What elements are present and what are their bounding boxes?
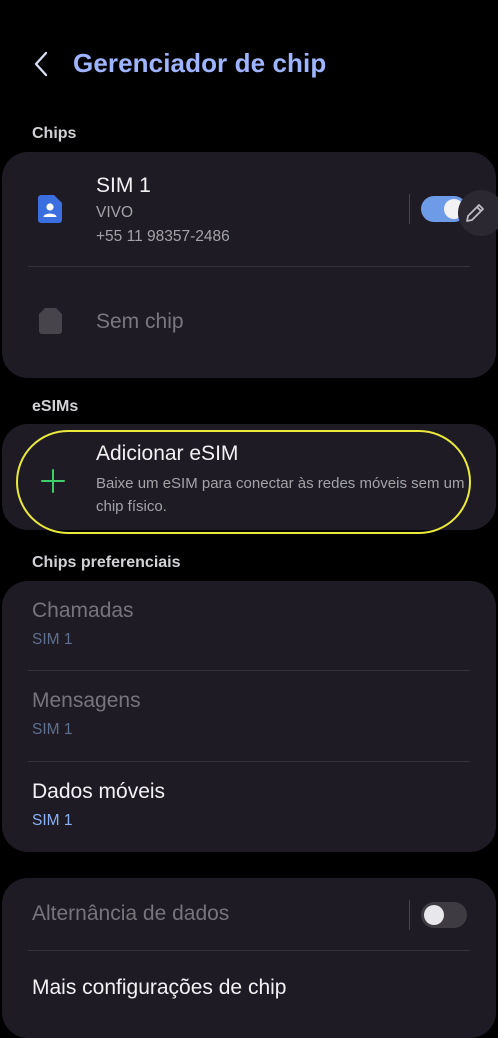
data-switch-label: Alternância de dados bbox=[32, 902, 230, 925]
data-switch-vertical-divider bbox=[409, 900, 410, 930]
no-sim-item: Sem chip bbox=[2, 268, 496, 378]
sim-card-icon bbox=[38, 195, 62, 223]
chevron-left-icon bbox=[34, 51, 48, 77]
section-label-chips: Chips bbox=[32, 125, 77, 142]
sim1-vertical-divider bbox=[409, 194, 410, 224]
section-label-preferred: Chips preferenciais bbox=[32, 554, 181, 571]
calls-value: SIM 1 bbox=[32, 631, 73, 648]
back-button[interactable] bbox=[26, 46, 56, 82]
chips-card: SIM 1 VIVO +55 11 98357-2486 Sem chip bbox=[2, 152, 496, 378]
messages-title: Mensagens bbox=[32, 689, 141, 712]
divider bbox=[28, 950, 470, 951]
toggle-knob bbox=[424, 905, 444, 925]
more-settings-card: Alternância de dados Mais configurações … bbox=[2, 878, 496, 1038]
add-esim-description: Baixe um eSIM para conectar às redes móv… bbox=[96, 475, 465, 515]
sim1-number: +55 11 98357-2486 bbox=[96, 228, 230, 245]
add-esim-title: Adicionar eSIM bbox=[96, 442, 239, 465]
mobile-data-title: Dados móveis bbox=[32, 780, 166, 803]
calls-title: Chamadas bbox=[32, 599, 134, 622]
esim-card: Adicionar eSIM Baixe um eSIM para conect… bbox=[2, 424, 496, 530]
messages-value: SIM 1 bbox=[32, 721, 73, 738]
edit-button[interactable] bbox=[458, 190, 498, 236]
more-chip-settings-label: Mais configurações de chip bbox=[32, 976, 287, 999]
preferred-messages-item[interactable]: Mensagens SIM 1 bbox=[2, 671, 496, 759]
preferred-card: Chamadas SIM 1 Mensagens SIM 1 Dados móv… bbox=[2, 581, 496, 852]
section-label-esims: eSIMs bbox=[32, 398, 79, 415]
add-esim-item[interactable]: Adicionar eSIM Baixe um eSIM para conect… bbox=[2, 424, 496, 528]
sim-card-empty-icon bbox=[39, 308, 62, 334]
app-bar: Gerenciador de chip bbox=[0, 36, 498, 92]
data-switch-item[interactable]: Alternância de dados bbox=[2, 878, 496, 950]
page-title: Gerenciador de chip bbox=[73, 48, 327, 78]
divider bbox=[28, 266, 470, 267]
preferred-calls-item[interactable]: Chamadas SIM 1 bbox=[2, 581, 496, 669]
sim1-item[interactable]: SIM 1 VIVO +55 11 98357-2486 bbox=[2, 152, 496, 266]
preferred-mobile-data-item[interactable]: Dados móveis SIM 1 bbox=[2, 762, 496, 850]
data-switch-toggle[interactable] bbox=[421, 902, 467, 928]
mobile-data-value: SIM 1 bbox=[32, 812, 73, 829]
no-sim-label: Sem chip bbox=[96, 310, 184, 333]
sim1-name: SIM 1 bbox=[96, 174, 151, 197]
more-chip-settings-item[interactable]: Mais configurações de chip bbox=[2, 952, 496, 1024]
sim1-carrier: VIVO bbox=[96, 204, 134, 221]
pencil-icon bbox=[466, 204, 484, 222]
plus-icon bbox=[41, 469, 65, 493]
